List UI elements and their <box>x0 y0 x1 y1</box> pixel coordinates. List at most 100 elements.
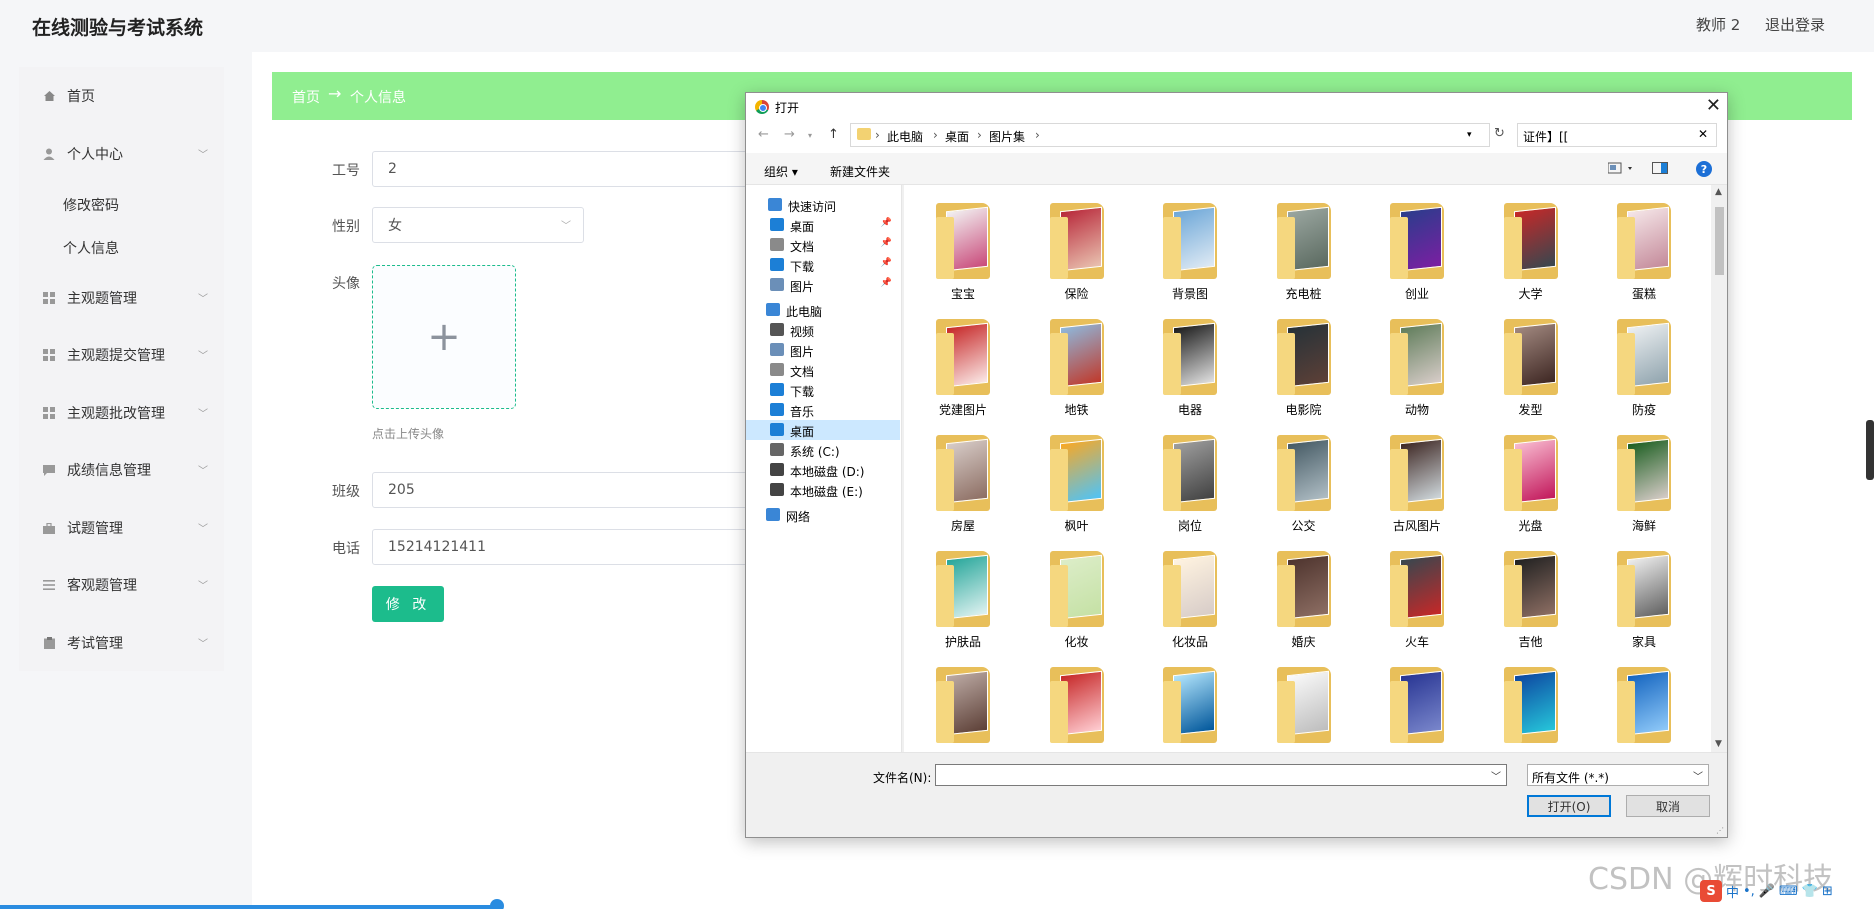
path-segment[interactable]: 桌面 <box>945 128 969 145</box>
sidebar-item-objective-questions[interactable]: 客观题管理 ﹀ <box>19 565 224 605</box>
scroll-handle[interactable] <box>1866 420 1874 480</box>
search-input[interactable]: 证件】[[ ✕ <box>1517 123 1717 147</box>
cancel-button[interactable]: 取消 <box>1626 795 1710 817</box>
toolbox-icon[interactable]: ⊞ <box>1822 884 1833 899</box>
nav-item[interactable]: 此电脑 <box>746 300 900 320</box>
path-segment[interactable]: 此电脑 <box>887 128 923 145</box>
nav-item[interactable]: 桌面 <box>746 420 900 440</box>
open-button[interactable]: 打开(O) <box>1527 795 1611 817</box>
keyboard-icon[interactable]: ⌨ <box>1779 884 1798 899</box>
folder-tile[interactable]: 枫叶 <box>1027 427 1127 535</box>
sidebar-subitem-personal-info[interactable]: 个人信息 <box>63 238 119 258</box>
sogou-icon[interactable]: S <box>1700 880 1722 902</box>
gender-select[interactable]: 女 ﹀ <box>372 207 584 243</box>
id-field[interactable]: 2 <box>372 151 752 187</box>
filename-input[interactable]: ﹀ <box>935 764 1507 786</box>
preview-pane-icon[interactable] <box>1652 162 1668 177</box>
logout-link[interactable]: 退出登录 <box>1765 14 1825 35</box>
clear-icon[interactable]: ✕ <box>1698 127 1708 141</box>
organize-button[interactable]: 组织 ▾ <box>764 163 798 180</box>
folder-tile[interactable]: 地铁 <box>1027 311 1127 419</box>
view-options-icon[interactable] <box>1607 162 1636 177</box>
breadcrumb-home[interactable]: 首页 <box>292 87 320 107</box>
sidebar-item-subjective-questions[interactable]: 主观题管理 ﹀ <box>19 278 224 318</box>
nav-item[interactable]: 下载 <box>746 380 900 400</box>
filetype-select[interactable]: 所有文件 (*.*) ﹀ <box>1527 764 1709 786</box>
folder-tile[interactable] <box>1027 659 1127 752</box>
folder-tile[interactable]: 吉他 <box>1481 543 1581 651</box>
sidebar-item-subjective-grading[interactable]: 主观题批改管理 ﹀ <box>19 393 224 433</box>
refresh-icon[interactable]: ↻ <box>1494 126 1505 141</box>
nav-item[interactable]: 快速访问 <box>746 195 900 215</box>
folder-tile[interactable]: 发型 <box>1481 311 1581 419</box>
nav-item[interactable]: 图片 📌 <box>746 275 900 295</box>
folder-tile[interactable]: 宝宝 <box>913 195 1013 303</box>
nav-item[interactable]: 网络 <box>746 505 900 525</box>
nav-item[interactable]: 下载 📌 <box>746 255 900 275</box>
forward-arrow-icon[interactable]: → <box>784 127 795 142</box>
folder-tile[interactable]: 光盘 <box>1481 427 1581 535</box>
vertical-scrollbar[interactable]: ▲ ▼ <box>1712 185 1727 752</box>
folder-tile[interactable]: 党建图片 <box>913 311 1013 419</box>
skin-icon[interactable]: 👕 <box>1802 884 1818 899</box>
address-bar[interactable]: › 此电脑 › 桌面 › 图片集 › ▾ <box>850 123 1490 147</box>
folder-tile[interactable]: 防疫 <box>1594 311 1694 419</box>
nav-item[interactable]: 视频 <box>746 320 900 340</box>
folder-tile[interactable]: 背景图 <box>1140 195 1240 303</box>
microphone-icon[interactable]: 🎤 <box>1759 884 1775 899</box>
scroll-thumb[interactable] <box>1715 207 1724 275</box>
nav-item[interactable]: 图片 <box>746 340 900 360</box>
phone-field[interactable]: 15214121411 <box>372 529 752 565</box>
new-folder-button[interactable]: 新建文件夹 <box>830 163 890 180</box>
nav-item[interactable]: 桌面 📌 <box>746 215 900 235</box>
help-icon[interactable]: ? <box>1696 161 1712 177</box>
punctuation-icon[interactable]: •, <box>1743 884 1755 899</box>
folder-tile[interactable]: 公交 <box>1254 427 1354 535</box>
folder-tile[interactable]: 创业 <box>1367 195 1467 303</box>
sidebar-subitem-change-password[interactable]: 修改密码 <box>63 195 119 215</box>
chinese-mode[interactable]: 中 <box>1726 882 1739 901</box>
folder-tile[interactable]: 动物 <box>1367 311 1467 419</box>
nav-item[interactable]: 文档 <box>746 360 900 380</box>
scroll-down-icon[interactable]: ▼ <box>1715 739 1722 749</box>
sidebar-item-exam-management[interactable]: 考试管理 ﹀ <box>19 623 224 663</box>
progress-knob[interactable] <box>490 899 504 909</box>
sidebar-item-personal-center[interactable]: 个人中心 ﹀ <box>19 134 224 174</box>
folder-tile[interactable]: 保险 <box>1027 195 1127 303</box>
close-icon[interactable]: ✕ <box>1706 95 1721 116</box>
folder-tile[interactable] <box>1367 659 1467 752</box>
recent-dropdown-icon[interactable]: ▾ <box>808 131 812 140</box>
back-arrow-icon[interactable]: ← <box>758 127 769 142</box>
nav-item[interactable]: 本地磁盘 (D:) <box>746 460 900 480</box>
folder-tile[interactable]: 化妆 <box>1027 543 1127 651</box>
scroll-up-icon[interactable]: ▲ <box>1715 187 1722 197</box>
folder-tile[interactable] <box>1594 659 1694 752</box>
folder-tile[interactable] <box>1481 659 1581 752</box>
folder-tile[interactable]: 房屋 <box>913 427 1013 535</box>
folder-tile[interactable]: 岗位 <box>1140 427 1240 535</box>
sidebar-item-score-info[interactable]: 成绩信息管理 ﹀ <box>19 450 224 490</box>
folder-tile[interactable]: 家具 <box>1594 543 1694 651</box>
dialog-titlebar[interactable]: 打开 ✕ <box>746 93 1727 119</box>
nav-item[interactable]: 文档 📌 <box>746 235 900 255</box>
nav-item[interactable]: 系统 (C:) <box>746 440 900 460</box>
chevron-down-icon[interactable]: ﹀ <box>1491 768 1501 783</box>
folder-tile[interactable] <box>1140 659 1240 752</box>
folder-tile[interactable]: 古风图片 <box>1367 427 1467 535</box>
path-segment[interactable]: 图片集 <box>989 128 1025 145</box>
folder-tile[interactable]: 火车 <box>1367 543 1467 651</box>
folder-tile[interactable] <box>1254 659 1354 752</box>
folder-tile[interactable]: 电器 <box>1140 311 1240 419</box>
folder-tile[interactable]: 大学 <box>1481 195 1581 303</box>
folder-tile[interactable]: 电影院 <box>1254 311 1354 419</box>
folder-tile[interactable]: 护肤品 <box>913 543 1013 651</box>
submit-button[interactable]: 修 改 <box>372 586 444 622</box>
folder-tile[interactable]: 婚庆 <box>1254 543 1354 651</box>
sidebar-item-subjective-submissions[interactable]: 主观题提交管理 ﹀ <box>19 335 224 375</box>
class-field[interactable]: 205 <box>372 472 752 508</box>
avatar-upload[interactable]: + <box>372 265 516 409</box>
folder-tile[interactable]: 蛋糕 <box>1594 195 1694 303</box>
folder-tile[interactable]: 海鲜 <box>1594 427 1694 535</box>
resize-grip-icon[interactable]: ⋰ <box>1716 826 1724 835</box>
nav-item[interactable]: 本地磁盘 (E:) <box>746 480 900 500</box>
